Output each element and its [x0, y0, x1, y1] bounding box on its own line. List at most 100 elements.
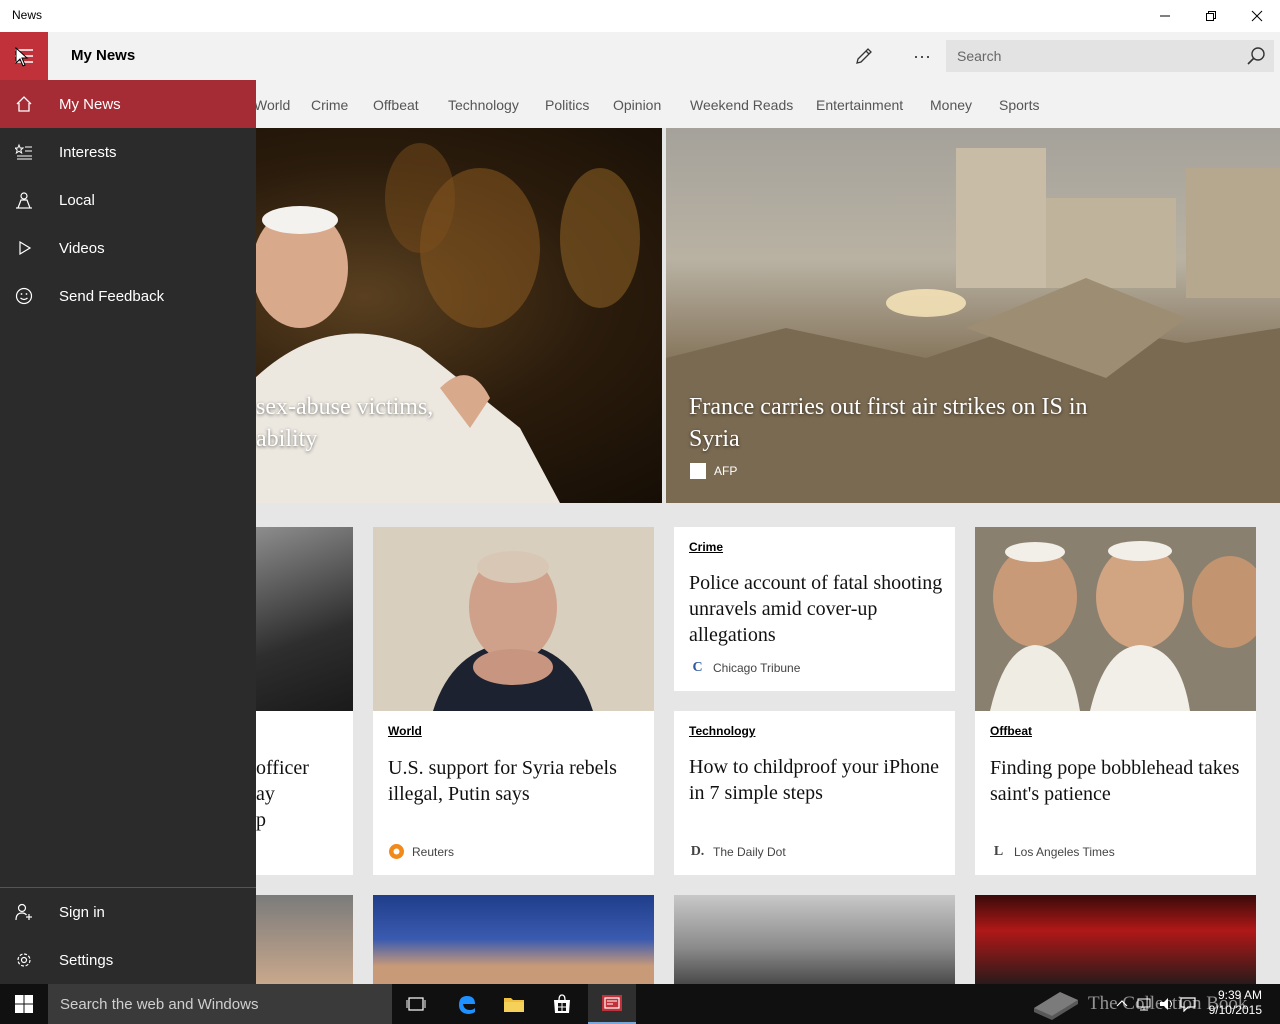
- story-source: D. The Daily Dot: [689, 843, 786, 860]
- nav-label: Sign in: [59, 903, 105, 921]
- store-icon: [554, 994, 570, 1013]
- story-category[interactable]: Offbeat: [990, 724, 1032, 738]
- folder-icon: [504, 998, 524, 1012]
- story-card-refugees[interactable]: [674, 895, 955, 984]
- category-politics[interactable]: Politics: [545, 97, 589, 113]
- interests-icon: [0, 128, 48, 176]
- nav-item-my-news[interactable]: My News: [0, 80, 256, 128]
- mouse-cursor-icon: [15, 47, 29, 67]
- story-source-label: Chicago Tribune: [713, 660, 801, 675]
- restore-button[interactable]: [1188, 0, 1234, 32]
- nav-label: My News: [59, 95, 121, 113]
- nav-item-local[interactable]: Local: [0, 176, 256, 224]
- category-weekend-reads[interactable]: Weekend Reads: [690, 97, 793, 113]
- watermark: The Collection Book: [1030, 988, 1247, 1020]
- nav-item-sign-in[interactable]: Sign in: [0, 888, 256, 936]
- local-icon: [0, 176, 48, 224]
- story-source: L Los Angeles Times: [990, 843, 1115, 860]
- hero-headline-left-line2: ability: [256, 426, 318, 452]
- navigation-pane: My News Interests Local Videos Send Feed…: [0, 80, 256, 984]
- minimize-button[interactable]: [1142, 0, 1188, 32]
- story-category[interactable]: World: [388, 724, 422, 738]
- gear-icon: [0, 936, 48, 984]
- story-card-trump-partial[interactable]: [256, 895, 353, 984]
- story-source-label: The Daily Dot: [713, 844, 786, 859]
- story-title-line2: ay: [256, 783, 275, 805]
- reuters-logo-icon: [388, 843, 405, 860]
- store-button[interactable]: [538, 984, 586, 1024]
- story-title: U.S. support for Syria rebels illegal, P…: [388, 757, 617, 805]
- story-source: C Chicago Tribune: [689, 659, 800, 676]
- watermark-text: The Collection Book: [1088, 993, 1248, 1014]
- news-app-button[interactable]: [588, 984, 636, 1024]
- category-sports[interactable]: Sports: [999, 97, 1039, 113]
- window-title: News: [12, 8, 43, 22]
- story-card-bobblehead[interactable]: Offbeat Finding pope bobblehead takes sa…: [975, 527, 1256, 875]
- story-card-police[interactable]: Crime Police account of fatal shooting u…: [674, 527, 955, 691]
- nav-label: Interests: [59, 143, 117, 161]
- story-source-label: Los Angeles Times: [1014, 844, 1115, 859]
- story-image-bobblehead: [975, 527, 1256, 711]
- category-money[interactable]: Money: [930, 97, 972, 113]
- book-watermark-icon: [1034, 992, 1078, 1020]
- story-category[interactable]: Technology: [689, 724, 755, 738]
- search-icon[interactable]: [1244, 44, 1268, 68]
- start-button[interactable]: [0, 984, 48, 1024]
- hero-headline-right: France carries out first air strikes on …: [689, 394, 1088, 452]
- story-source-label: Reuters: [412, 844, 455, 859]
- category-opinion[interactable]: Opinion: [613, 97, 661, 113]
- hero-source-label: AFP: [714, 464, 738, 478]
- edge-browser-button[interactable]: [442, 984, 490, 1024]
- la-times-logo-icon: L: [993, 843, 1004, 859]
- nav-label: Videos: [59, 239, 105, 257]
- nav-item-settings[interactable]: Settings: [0, 936, 256, 984]
- story-image-officer: [256, 527, 353, 711]
- category-offbeat[interactable]: Offbeat: [373, 97, 419, 113]
- category-technology[interactable]: Technology: [448, 97, 519, 113]
- taskbar-search-box[interactable]: Search the web and Windows: [48, 984, 392, 1024]
- story-category[interactable]: Crime: [689, 540, 723, 554]
- story-card-trump[interactable]: [373, 895, 654, 984]
- more-options-button[interactable]: ···: [904, 38, 940, 74]
- story-card-officer[interactable]: officer ay p: [256, 527, 353, 875]
- chicago-tribune-logo-icon: C: [692, 659, 703, 675]
- hero-source-right: AFP: [690, 463, 737, 479]
- edit-button[interactable]: [846, 38, 882, 74]
- hero-story-syria[interactable]: France carries out first air strikes on …: [666, 128, 1280, 503]
- windows-logo-icon: [15, 995, 33, 1013]
- file-explorer-button[interactable]: [490, 984, 538, 1024]
- story-title: Finding pope bobblehead takes saint's pa…: [990, 757, 1240, 805]
- app-header: My News ···: [0, 32, 1280, 80]
- story-card-putin[interactable]: World U.S. support for Syria rebels ille…: [373, 527, 654, 875]
- hero-headline-left-line1: sex-abuse victims,: [256, 394, 434, 420]
- news-icon: [602, 995, 622, 1011]
- category-crime[interactable]: Crime: [311, 97, 348, 113]
- edge-icon: [459, 996, 475, 1014]
- category-world[interactable]: World: [254, 97, 290, 113]
- nav-item-interests[interactable]: Interests: [0, 128, 256, 176]
- story-title-line3: p: [256, 809, 266, 831]
- add-person-icon: [0, 888, 48, 936]
- search-input[interactable]: [946, 40, 1236, 72]
- smiley-icon: [0, 272, 48, 320]
- nav-label: Local: [59, 191, 95, 209]
- nav-label: Settings: [59, 951, 114, 969]
- pencil-icon: [856, 48, 872, 64]
- story-image-putin: [373, 527, 654, 711]
- daily-dot-logo-icon: D.: [690, 843, 705, 859]
- story-card-entertainment[interactable]: [975, 895, 1256, 984]
- nav-item-send-feedback[interactable]: Send Feedback: [0, 272, 256, 320]
- story-card-iphone[interactable]: Technology How to childproof your iPhone…: [674, 711, 955, 875]
- story-title-line1: officer: [256, 757, 309, 779]
- category-entertainment[interactable]: Entertainment: [816, 97, 903, 113]
- afp-logo-icon: [690, 463, 706, 479]
- title-bar: News: [0, 0, 1280, 32]
- search-box: [946, 40, 1274, 72]
- home-icon: [0, 80, 48, 128]
- task-view-button[interactable]: [392, 984, 440, 1024]
- nav-item-videos[interactable]: Videos: [0, 224, 256, 272]
- story-title: Police account of fatal shooting unravel…: [689, 572, 943, 646]
- task-view-icon: [406, 997, 426, 1011]
- page-title: My News: [71, 47, 136, 64]
- close-button[interactable]: [1234, 0, 1280, 32]
